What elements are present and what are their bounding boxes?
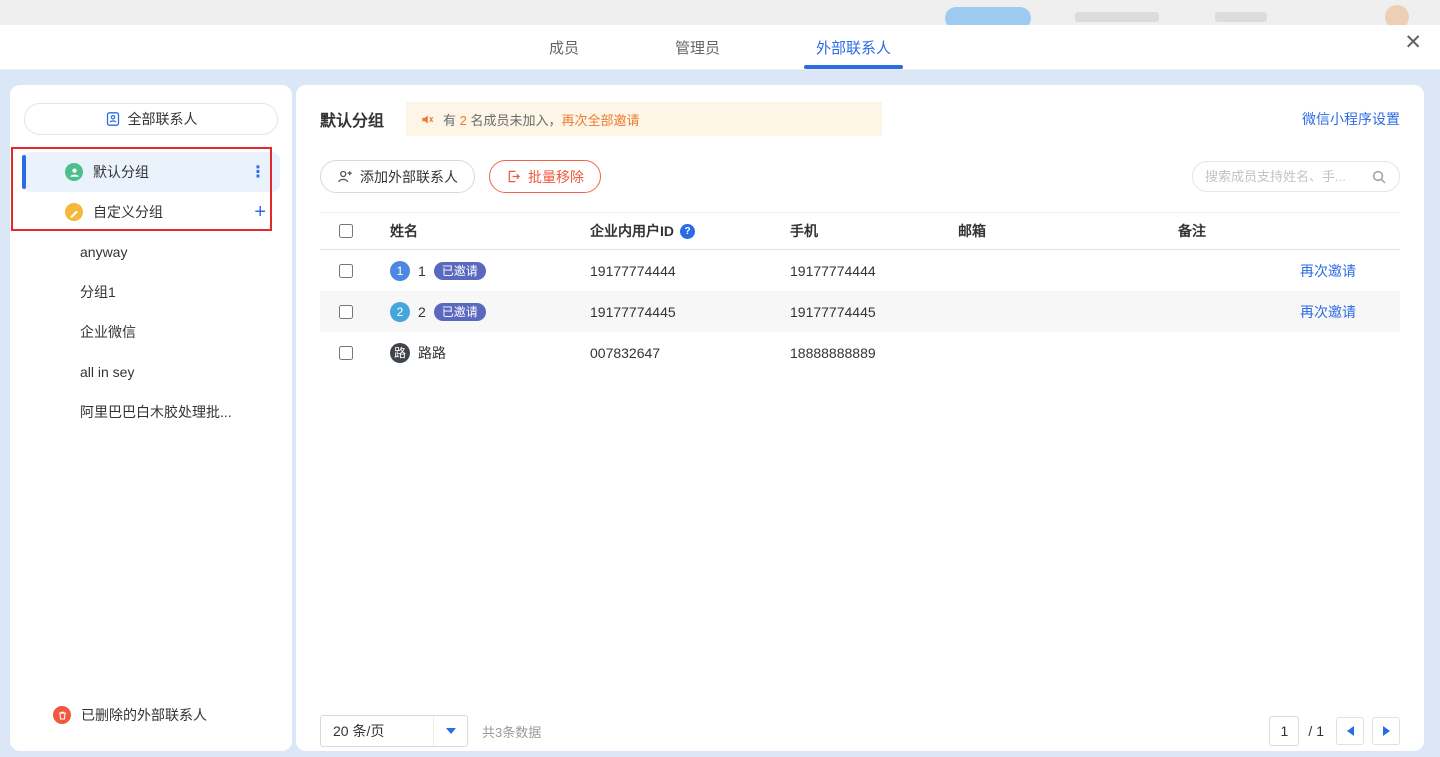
pagination-bar: 20 条/页 共3条数据 / 1	[320, 715, 1400, 747]
header-user-id: 企业内用户ID ?	[590, 221, 790, 241]
invited-badge: 已邀请	[434, 303, 486, 321]
sidebar-item-deleted-contacts[interactable]: 已删除的外部联系人	[22, 697, 280, 733]
background-icon	[1075, 12, 1159, 22]
header-phone: 手机	[790, 221, 958, 241]
invite-all-again-link[interactable]: 再次全部邀请	[562, 113, 640, 128]
sidebar-item[interactable]: 企业微信	[22, 312, 280, 352]
search-box	[1192, 161, 1400, 192]
batch-remove-icon	[506, 169, 521, 184]
contact-name: 2	[418, 304, 426, 320]
invite-again-link[interactable]: 再次邀请	[1280, 302, 1400, 322]
person-icon	[65, 163, 83, 181]
avatar: 路	[390, 343, 410, 363]
phone-cell: 19177774445	[790, 304, 958, 320]
contacts-table: 姓名 企业内用户ID ? 手机 邮箱 备注 1 1 已邀请	[320, 212, 1400, 373]
invited-badge: 已邀请	[434, 262, 486, 280]
sidebar-item-custom-group[interactable]: 自定义分组 +	[22, 192, 280, 232]
add-external-contact-button[interactable]: 添加外部联系人	[320, 160, 475, 193]
page-size-label: 20 条/页	[321, 721, 433, 741]
phone-cell: 19177774444	[790, 263, 958, 279]
avatar: 1	[390, 261, 410, 281]
add-button-label: 添加外部联系人	[360, 167, 458, 187]
background-button	[945, 7, 1031, 25]
table-row: 2 2 已邀请 19177774445 19177774445 再次邀请	[320, 291, 1400, 332]
user-id-cell: 007832647	[590, 345, 790, 361]
invite-again-link[interactable]: 再次邀请	[1280, 261, 1400, 281]
trash-icon	[53, 706, 71, 724]
all-contacts-label: 全部联系人	[128, 109, 198, 129]
total-pages-label: / 1	[1308, 723, 1324, 739]
group-label: 自定义分组	[93, 202, 163, 222]
tab-members[interactable]: 成员	[545, 25, 583, 69]
toolbar: 添加外部联系人 批量移除	[320, 160, 1400, 193]
search-icon[interactable]	[1371, 169, 1387, 185]
arrow-left-icon	[1347, 726, 1354, 736]
contact-name: 1	[418, 263, 426, 279]
header-name: 姓名	[390, 221, 590, 241]
tab-bar: 成员 管理员 外部联系人	[0, 25, 1440, 70]
help-icon[interactable]: ?	[680, 224, 695, 239]
contact-name: 路路	[418, 343, 446, 363]
page-number-input[interactable]	[1269, 716, 1299, 746]
tab-admins[interactable]: 管理员	[671, 25, 724, 69]
close-icon[interactable]: ✕	[1404, 32, 1422, 53]
header-note: 备注	[1178, 221, 1280, 241]
page-size-select[interactable]: 20 条/页	[320, 715, 468, 747]
contacts-book-icon	[105, 111, 121, 127]
background-avatar	[1385, 5, 1409, 25]
prev-page-button[interactable]	[1336, 717, 1364, 745]
miniprogram-settings-link[interactable]: 微信小程序设置	[1302, 109, 1400, 129]
table-header: 姓名 企业内用户ID ? 手机 邮箱 备注	[320, 212, 1400, 250]
chevron-down-icon	[433, 716, 467, 746]
add-group-icon[interactable]: +	[254, 202, 266, 222]
person-add-icon	[337, 169, 353, 185]
background-icon	[1215, 12, 1267, 22]
tab-external-contacts[interactable]: 外部联系人	[812, 25, 895, 69]
active-indicator	[22, 155, 26, 189]
uninvited-count: 2	[460, 113, 467, 128]
pencil-icon	[65, 203, 83, 221]
user-id-cell: 19177774444	[590, 263, 790, 279]
speaker-icon	[420, 112, 435, 127]
sidebar-item[interactable]: 阿里巴巴白木胶处理批...	[22, 392, 280, 432]
total-count-label: 共3条数据	[482, 722, 541, 741]
table-row: 1 1 已邀请 19177774444 19177774444 再次邀请	[320, 250, 1400, 291]
sidebar: 全部联系人 默认分组 ⋮ 自定义分组 + anyway 分组1 企业微信 a	[10, 85, 292, 751]
sidebar-item[interactable]: all in sey	[22, 352, 280, 392]
deleted-contacts-label: 已删除的外部联系人	[81, 705, 207, 725]
phone-cell: 18888888889	[790, 345, 958, 361]
banner-text: 有 2 名成员未加入，再次全部邀请	[443, 110, 640, 129]
sidebar-item[interactable]: anyway	[22, 232, 280, 272]
main-panel: 默认分组 有 2 名成员未加入，再次全部邀请 微信小程序设置 添加外部联系人	[296, 85, 1424, 751]
background-page-strip	[0, 0, 1440, 25]
group-label: 默认分组	[93, 162, 149, 182]
row-checkbox[interactable]	[339, 264, 353, 278]
batch-remove-button[interactable]: 批量移除	[489, 160, 601, 193]
avatar: 2	[390, 302, 410, 322]
header-email: 邮箱	[958, 221, 1178, 241]
user-id-cell: 19177774445	[590, 304, 790, 320]
page-body: 全部联系人 默认分组 ⋮ 自定义分组 + anyway 分组1 企业微信 a	[0, 70, 1440, 757]
page-title: 默认分组	[320, 107, 384, 131]
table-row: 路 路路 007832647 18888888889	[320, 332, 1400, 373]
select-all-checkbox[interactable]	[339, 224, 353, 238]
more-menu-icon[interactable]: ⋮	[250, 162, 266, 182]
notice-banner: 有 2 名成员未加入，再次全部邀请	[406, 102, 882, 136]
all-contacts-button[interactable]: 全部联系人	[24, 103, 278, 135]
arrow-right-icon	[1383, 726, 1390, 736]
group-list: 默认分组 ⋮ 自定义分组 + anyway 分组1 企业微信 all in se…	[10, 152, 292, 432]
main-header: 默认分组 有 2 名成员未加入，再次全部邀请 微信小程序设置	[320, 85, 1400, 136]
sidebar-item[interactable]: 分组1	[22, 272, 280, 312]
search-input[interactable]	[1205, 169, 1365, 184]
row-checkbox[interactable]	[339, 346, 353, 360]
remove-button-label: 批量移除	[528, 167, 584, 187]
sidebar-item-default-group[interactable]: 默认分组 ⋮	[22, 152, 280, 192]
row-checkbox[interactable]	[339, 305, 353, 319]
next-page-button[interactable]	[1372, 717, 1400, 745]
